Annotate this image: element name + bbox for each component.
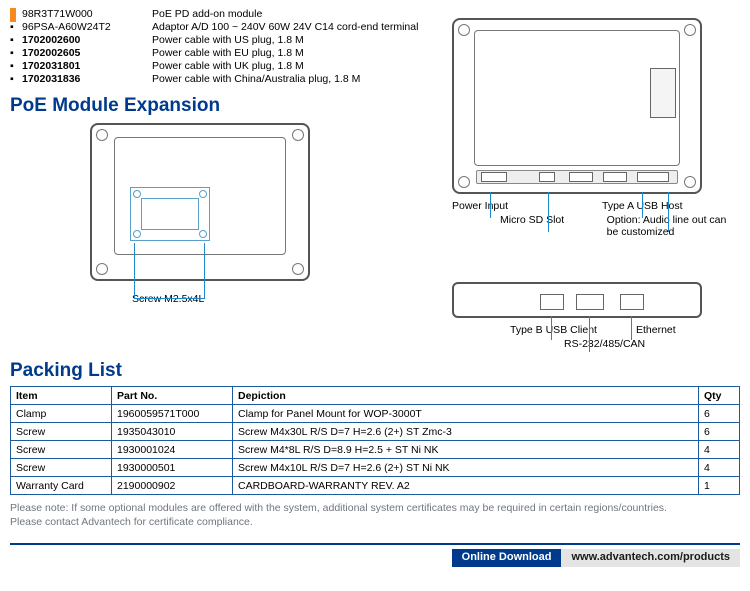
label-audio-option: Option: Audio line out can be customized [607,214,740,238]
acc-desc: Power cable with UK plug, 1.8 M [152,60,440,72]
screw-label: Screw M2.5x4L [132,293,440,305]
table-row: Warranty Card2190000902CARDBOARD-WARRANT… [11,477,740,495]
acc-pn: 98R3T71W000 [22,8,152,20]
th-pn: Part No. [112,387,233,405]
rear-panel-figure [452,18,702,194]
table-row: Clamp1960059571T000Clamp for Panel Mount… [11,405,740,423]
acc-desc: Adaptor A/D 100 ~ 240V 60W 24V C14 cord-… [152,21,440,33]
online-download-url[interactable]: www.advantech.com/products [561,549,740,567]
packing-list-table: Item Part No. Depiction Qty Clamp1960059… [10,386,740,495]
th-item: Item [11,387,112,405]
bottom-panel-figure [452,282,702,318]
poe-module-overlay [130,187,210,241]
table-row: Screw1935043010Screw M4x30L R/S D=7 H=2.… [11,423,740,441]
acc-desc: PoE PD add-on module [152,8,440,20]
compliance-note: Please note: If some optional modules ar… [10,501,740,529]
acc-pn: 1702002600 [22,34,152,46]
table-row: Screw1930001024Screw M4*8L R/S D=8.9 H=2… [11,441,740,459]
acc-pn: 1702002605 [22,47,152,59]
poe-expansion-heading: PoE Module Expansion [10,95,440,117]
label-rs232: RS-232/485/CAN [564,338,740,350]
poe-module-figure [90,123,310,291]
acc-pn: 1702031801 [22,60,152,72]
packing-list-heading: Packing List [10,360,740,382]
label-type-b-usb: Type B USB Client [510,324,636,336]
th-qty: Qty [699,387,740,405]
section-accent [10,8,16,22]
label-power-input: Power Input [452,200,562,212]
usb-stack-icon [650,68,676,118]
label-micro-sd: Micro SD Slot [500,214,607,238]
acc-desc: Power cable with EU plug, 1.8 M [152,47,440,59]
label-type-a-usb: Type A USB Host [602,200,712,212]
accessories-list: ▪98R3T71W000PoE PD add-on module ▪96PSA-… [10,8,440,85]
divider [10,543,740,545]
acc-desc: Power cable with US plug, 1.8 M [152,34,440,46]
acc-pn: 1702031836 [22,73,152,85]
table-row: Screw1930000501Screw M4x10L R/S D=7 H=2.… [11,459,740,477]
label-ethernet: Ethernet [636,324,676,336]
online-download-label: Online Download [452,549,562,567]
th-depiction: Depiction [233,387,699,405]
acc-pn: 96PSA-A60W24T2 [22,21,152,33]
acc-desc: Power cable with China/Australia plug, 1… [152,73,440,85]
